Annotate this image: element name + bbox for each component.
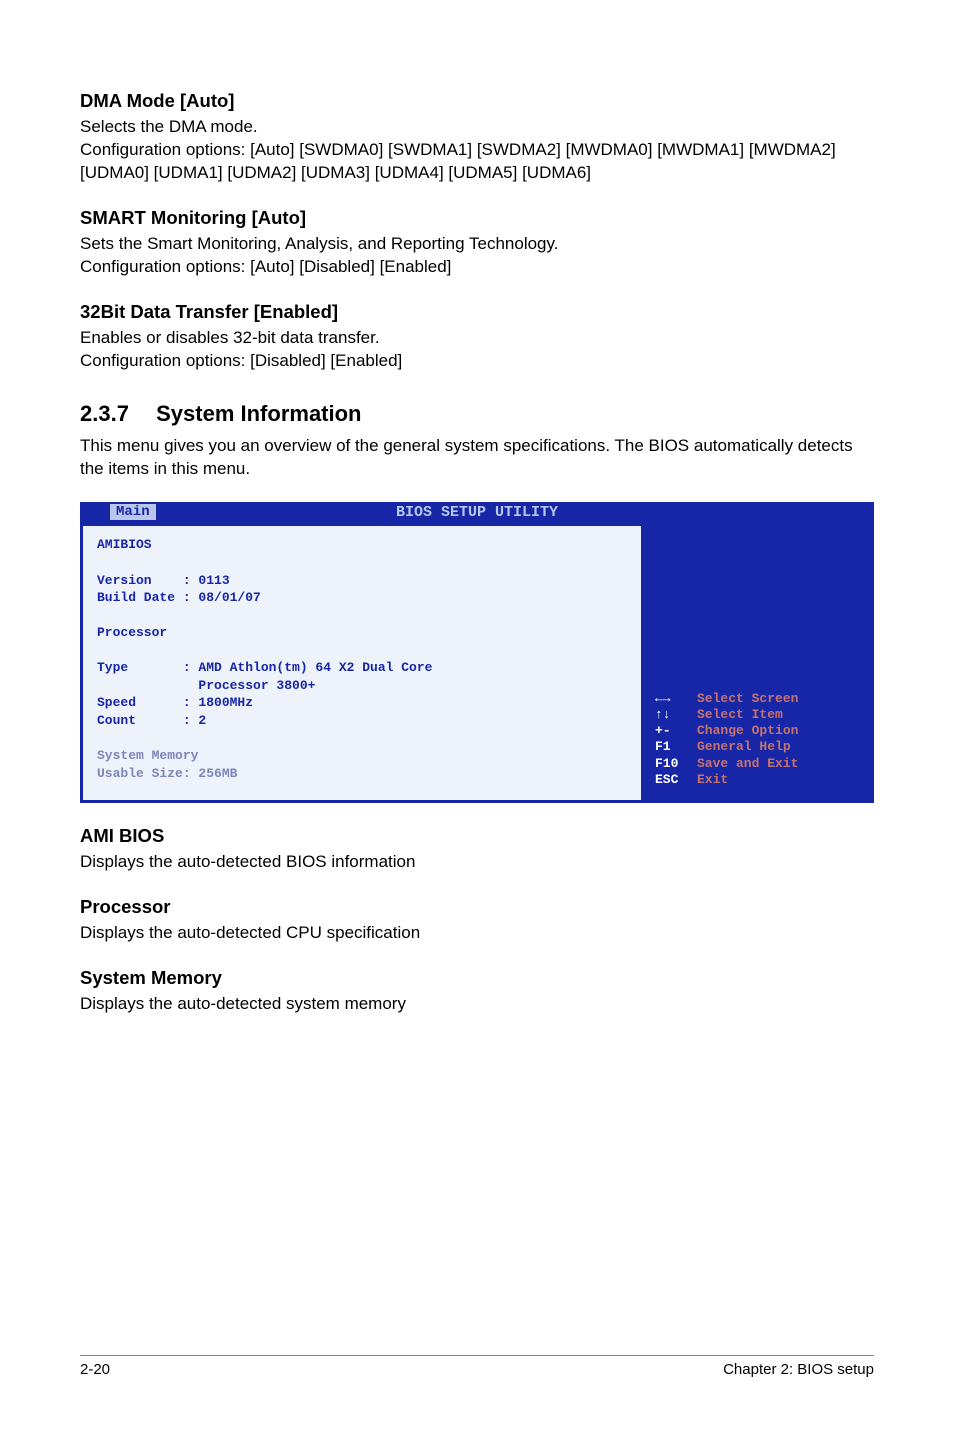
bios-right-panel: ←→ Select Screen ↑↓ Select Item +- Change O… xyxy=(641,526,871,800)
help-row: ↑↓ Select Item xyxy=(655,707,798,723)
help-row: F10 Save and Exit xyxy=(655,756,798,772)
processor-text: Displays the auto-detected CPU specifica… xyxy=(80,922,874,945)
help-key-esc: ESC xyxy=(655,772,683,788)
sysinfo-title: System Information xyxy=(156,401,361,426)
page-footer: 2-20 Chapter 2: BIOS setup xyxy=(80,1355,874,1378)
sysmem-text: Displays the auto-detected system memory xyxy=(80,993,874,1016)
smart-monitoring-section: SMART Monitoring [Auto] Sets the Smart M… xyxy=(80,207,874,279)
bios-help-block: ←→ Select Screen ↑↓ Select Item +- Change O… xyxy=(655,691,798,789)
footer-page-number: 2-20 xyxy=(80,1361,110,1378)
smart-line1: Sets the Smart Monitoring, Analysis, and… xyxy=(80,234,558,253)
bios-left-text: AMIBIOS Version : 0113 Build Date : 08/0… xyxy=(97,537,432,727)
help-row: F1 General Help xyxy=(655,739,798,755)
help-key-arrows-lr: ←→ xyxy=(655,691,683,707)
dma-line1: Selects the DMA mode. xyxy=(80,117,258,136)
system-information-section: 2.3.7 System Information This menu gives… xyxy=(80,401,874,481)
help-key-plusminus: +- xyxy=(655,723,683,739)
bit32-body: Enables or disables 32-bit data transfer… xyxy=(80,327,874,373)
sysinfo-number: 2.3.7 xyxy=(80,401,150,427)
help-row: ESC Exit xyxy=(655,772,798,788)
dma-heading: DMA Mode [Auto] xyxy=(80,90,874,112)
help-key-f10: F10 xyxy=(655,756,683,772)
processor-section: Processor Displays the auto-detected CPU… xyxy=(80,896,874,945)
ami-bios-section: AMI BIOS Displays the auto-detected BIOS… xyxy=(80,825,874,874)
bios-header: BIOS SETUP UTILITY Main xyxy=(80,502,874,523)
dma-line2: Configuration options: [Auto] [SWDMA0] [… xyxy=(80,140,836,182)
bios-tab-main: Main xyxy=(110,504,156,520)
smart-line2: Configuration options: [Auto] [Disabled]… xyxy=(80,257,451,276)
smart-body: Sets the Smart Monitoring, Analysis, and… xyxy=(80,233,874,279)
dma-mode-section: DMA Mode [Auto] Selects the DMA mode. Co… xyxy=(80,90,874,185)
help-row: ←→ Select Screen xyxy=(655,691,798,707)
bios-screenshot: BIOS SETUP UTILITY Main AMIBIOS Version … xyxy=(80,502,874,803)
bios-title: BIOS SETUP UTILITY xyxy=(396,504,558,521)
help-key-arrows-ud: ↑↓ xyxy=(655,707,683,723)
help-txt-general-help: General Help xyxy=(697,739,791,755)
help-txt-change-option: Change Option xyxy=(697,723,798,739)
bit32-heading: 32Bit Data Transfer [Enabled] xyxy=(80,301,874,323)
footer-chapter: Chapter 2: BIOS setup xyxy=(723,1361,874,1378)
help-txt-save-exit: Save and Exit xyxy=(697,756,798,772)
processor-heading: Processor xyxy=(80,896,874,918)
bit32-line1: Enables or disables 32-bit data transfer… xyxy=(80,328,380,347)
bios-body: AMIBIOS Version : 0113 Build Date : 08/0… xyxy=(80,523,874,803)
help-key-f1: F1 xyxy=(655,739,683,755)
amibios-text: Displays the auto-detected BIOS informat… xyxy=(80,851,874,874)
amibios-heading: AMI BIOS xyxy=(80,825,874,847)
help-txt-select-item: Select Item xyxy=(697,707,783,723)
system-memory-section: System Memory Displays the auto-detected… xyxy=(80,967,874,1016)
help-txt-exit: Exit xyxy=(697,772,728,788)
help-txt-select-screen: Select Screen xyxy=(697,691,798,707)
sysmem-heading: System Memory xyxy=(80,967,874,989)
bios-left-panel: AMIBIOS Version : 0113 Build Date : 08/0… xyxy=(83,526,641,800)
bit32-line2: Configuration options: [Disabled] [Enabl… xyxy=(80,351,402,370)
sysinfo-desc: This menu gives you an overview of the g… xyxy=(80,435,874,481)
bit32-section: 32Bit Data Transfer [Enabled] Enables or… xyxy=(80,301,874,373)
bios-left-dim-text: System Memory Usable Size: 256MB xyxy=(97,748,237,781)
dma-body: Selects the DMA mode. Configuration opti… xyxy=(80,116,874,185)
help-row: +- Change Option xyxy=(655,723,798,739)
sysinfo-heading: 2.3.7 System Information xyxy=(80,401,874,427)
smart-heading: SMART Monitoring [Auto] xyxy=(80,207,874,229)
